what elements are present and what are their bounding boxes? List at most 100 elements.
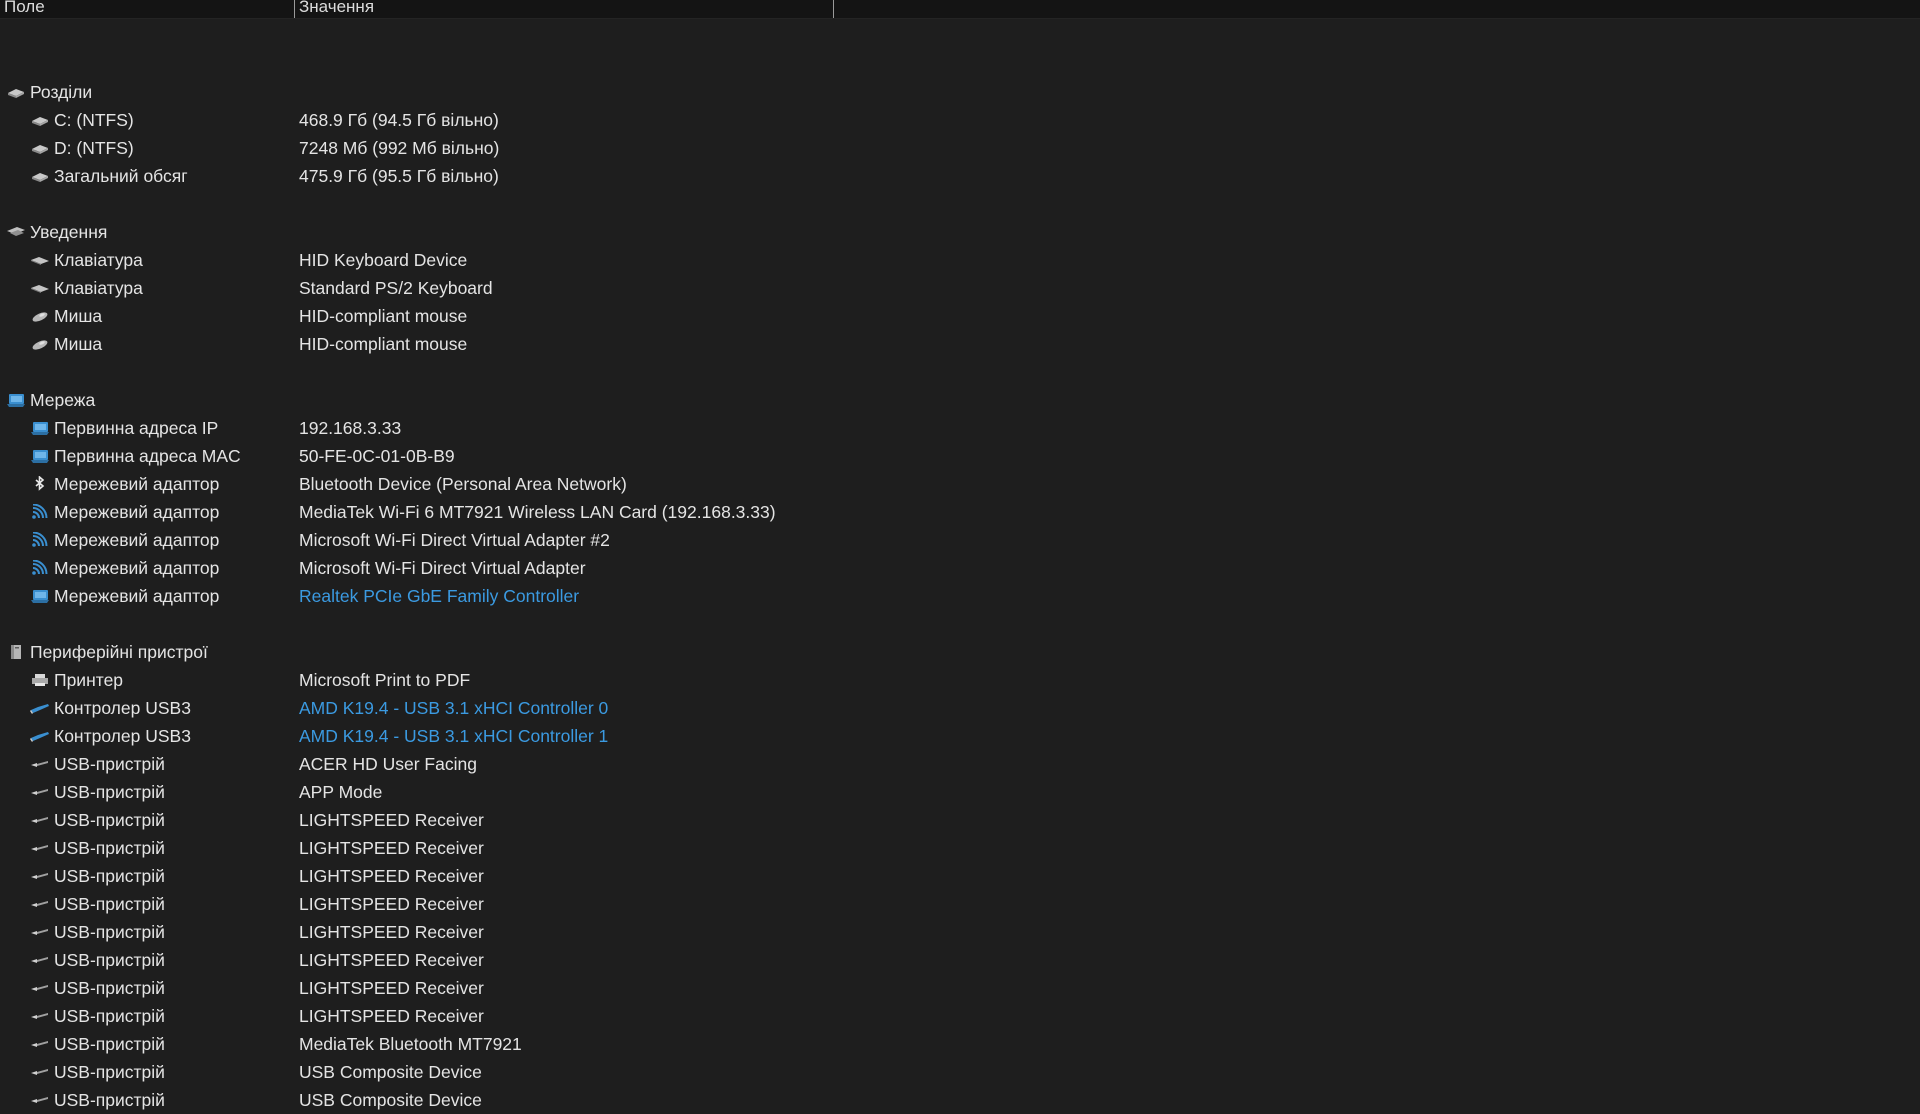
field-label: Клавіатура [54,278,143,298]
spacer-row [0,358,1920,386]
table-row[interactable]: Миша HID-compliant mouse [0,330,1920,358]
field-label: Загальний обсяг [54,166,188,186]
peripherals-icon [6,644,26,660]
table-row[interactable]: Клавіатура Standard PS/2 Keyboard [0,274,1920,302]
table-row[interactable]: USB-пристрій ACER HD User Facing [0,750,1920,778]
field-cell: USB-пристрій [30,834,165,862]
value-cell: HID Keyboard Device [299,250,468,270]
table-row[interactable]: Первинна адреса IP 192.168.3.33 [0,414,1920,442]
mouse-icon [30,336,50,352]
section-header-row[interactable]: Розділи [0,78,1920,106]
network-icon [30,448,50,464]
field-label: USB-пристрій [54,782,165,802]
drive-icon [30,112,50,128]
value-cell: HID-compliant mouse [299,306,468,326]
table-row[interactable]: Клавіатура HID Keyboard Device [0,246,1920,274]
field-label: Миша [54,334,103,354]
table-row[interactable]: Контролер USB3 AMD K19.4 - USB 3.1 xHCI C… [0,722,1920,750]
usb-icon [30,952,50,968]
value-cell: LIGHTSPEED Receiver [299,978,484,998]
table-row[interactable]: USB-пристрій LIGHTSPEED Receiver [0,890,1920,918]
field-label: Мережа [30,390,96,410]
table-row[interactable]: Загальний обсяг 475.9 Гб (95.5 Гб вільно) [0,162,1920,190]
field-label: Первинна адреса IP [54,418,219,438]
value-cell: LIGHTSPEED Receiver [299,810,484,830]
table-row[interactable]: Первинна адреса MAC 50-FE-0C-01-0B-B9 [0,442,1920,470]
network-icon [30,588,50,604]
table-row[interactable]: USB-пристрій APP Mode [0,778,1920,806]
table-row[interactable]: USB-пристрій LIGHTSPEED Receiver [0,862,1920,890]
drive-icon [6,84,26,100]
field-cell: Первинна адреса MAC [30,442,241,470]
table-row[interactable]: USB-пристрій MediaTek Bluetooth MT7921 [0,1030,1920,1058]
table-row[interactable]: USB-пристрій LIGHTSPEED Receiver [0,946,1920,974]
section-header-row[interactable]: Мережа [0,386,1920,414]
value-cell: 468.9 Гб (94.5 Гб вільно) [299,110,499,130]
table-row[interactable]: USB-пристрій LIGHTSPEED Receiver [0,806,1920,834]
field-label: Розділи [30,82,93,102]
usb-icon [30,1008,50,1024]
value-cell: LIGHTSPEED Receiver [299,866,484,886]
field-cell: Миша [30,330,102,358]
field-label: D: (NTFS) [54,138,134,158]
table-row[interactable]: USB-пристрій USB Composite Device [0,1086,1920,1114]
field-label: Клавіатура [54,250,143,270]
section-header-row[interactable]: Периферійні пристрої [0,638,1920,666]
field-cell: USB-пристрій [30,778,165,806]
column-header-value[interactable]: Значення [294,0,834,18]
field-cell: Принтер [30,666,123,694]
field-label: Первинна адреса MAC [54,446,241,466]
drive-icon [30,168,50,184]
field-cell: USB-пристрій [30,1086,165,1114]
field-label: Принтер [54,670,124,690]
field-label: Мережевий адаптор [54,502,220,522]
table-row[interactable]: Контролер USB3 AMD K19.4 - USB 3.1 xHCI C… [0,694,1920,722]
value-link[interactable]: Realtek PCIe GbE Family Controller [299,582,579,610]
table-row[interactable]: Мережевий адаптор MediaTek Wi-Fi 6 MT7921… [0,498,1920,526]
value-cell: USB Composite Device [299,1090,482,1110]
table-row[interactable]: Мережевий адаптор Microsoft Wi-Fi Direct … [0,554,1920,582]
field-label: USB-пристрій [54,950,165,970]
table-row[interactable]: Миша HID-compliant mouse [0,302,1920,330]
table-row[interactable]: USB-пристрій LIGHTSPEED Receiver [0,974,1920,1002]
value-link[interactable]: AMD K19.4 - USB 3.1 xHCI Controller 1 [299,722,608,750]
keyboard-icon [30,280,50,296]
value-cell: LIGHTSPEED Receiver [299,838,484,858]
table-row[interactable]: Мережевий адаптор Bluetooth Device (Perso… [0,470,1920,498]
table-row[interactable]: USB-пристрій LIGHTSPEED Receiver [0,1002,1920,1030]
field-cell: USB-пристрій [30,1058,165,1086]
field-cell: Контролер USB3 [30,722,191,750]
field-cell: Мережевий адаптор [30,582,219,610]
table-row[interactable]: Мережевий адаптор Microsoft Wi-Fi Direct … [0,526,1920,554]
field-label: Уведення [30,222,108,242]
table-row[interactable]: D: (NTFS) 7248 Мб (992 Мб вільно) [0,134,1920,162]
field-label: Контролер USB3 [54,726,191,746]
value-cell: Microsoft Print to PDF [299,670,471,690]
field-label: Мережевий адаптор [54,558,220,578]
field-cell: USB-пристрій [30,1030,165,1058]
mouse-icon [30,308,50,324]
column-header-field[interactable]: Поле [4,0,292,18]
field-cell: USB-пристрій [30,1002,165,1030]
value-cell: LIGHTSPEED Receiver [299,922,484,942]
table-row[interactable]: C: (NTFS) 468.9 Гб (94.5 Гб вільно) [0,106,1920,134]
field-label: USB-пристрій [54,838,165,858]
keyboard-icon [30,252,50,268]
table-row[interactable]: Принтер Microsoft Print to PDF [0,666,1920,694]
field-label: Мережевий адаптор [54,586,220,606]
section-title: Уведення [6,218,107,246]
section-header-row[interactable]: Уведення [0,218,1920,246]
table-row[interactable]: USB-пристрій USB Composite Device [0,1058,1920,1086]
usb-icon [30,812,50,828]
value-link[interactable]: AMD K19.4 - USB 3.1 xHCI Controller 0 [299,694,608,722]
field-cell: Мережевий адаптор [30,498,219,526]
table-row[interactable]: USB-пристрій LIGHTSPEED Receiver [0,834,1920,862]
table-row[interactable]: USB-пристрій LIGHTSPEED Receiver [0,918,1920,946]
field-label: Мережевий адаптор [54,530,220,550]
network-icon [6,392,26,408]
field-label: Периферійні пристрої [30,642,208,662]
field-label: USB-пристрій [54,978,165,998]
table-row[interactable]: Мережевий адаптор Realtek PCIe GbE Family… [0,582,1920,610]
field-label: USB-пристрій [54,1034,165,1054]
field-label: USB-пристрій [54,1006,165,1026]
